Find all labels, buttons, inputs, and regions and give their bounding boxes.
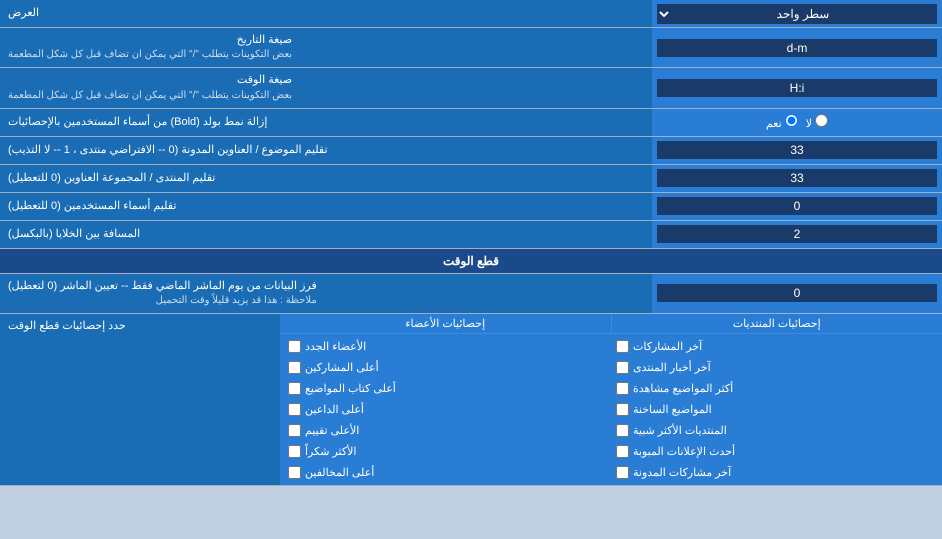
cut-row: فرز البيانات من يوم الماشر الماضي فقط --…: [0, 274, 942, 314]
members-top-checkbox[interactable]: [288, 361, 301, 374]
bold-yes-label: نعم: [766, 114, 798, 130]
time-format-input-cell: [652, 68, 942, 107]
col1-header: إحصائيات المنتديات: [612, 314, 942, 333]
users-format-input[interactable]: [657, 197, 937, 215]
forums-last-news-item: آخر أخبار المنتدى: [616, 359, 934, 376]
bold-style-label: إزالة نمط بولد (Bold) من أسماء المستخدمي…: [0, 109, 652, 136]
members-violations-item: أعلى المخالفين: [288, 464, 606, 481]
forum-format-input-cell: [652, 165, 942, 192]
bold-no-radio[interactable]: [815, 114, 828, 127]
bold-no-label: لا: [806, 114, 828, 130]
subject-format-input-cell: [652, 137, 942, 164]
checkboxes-grid: الأعضاء الجدد أعلى المشاركين أعلى كتاب ا…: [280, 334, 942, 485]
forums-blog-checkbox[interactable]: [616, 466, 629, 479]
date-format-input[interactable]: [657, 39, 937, 57]
members-stats-col: الأعضاء الجدد أعلى المشاركين أعلى كتاب ا…: [288, 338, 606, 481]
time-format-input[interactable]: [657, 79, 937, 97]
forums-similar-checkbox[interactable]: [616, 424, 629, 437]
display-mode-row: العرض سطر واحد سطرين ثلاثة أسطر: [0, 0, 942, 28]
cut-label: فرز البيانات من يوم الماشر الماضي فقط --…: [0, 274, 652, 313]
col2-header: إحصائيات الأعضاء: [280, 314, 612, 333]
subject-format-row: تقليم الموضوع / العناوين المدونة (0 -- ا…: [0, 137, 942, 165]
forum-format-label: تقليم المنتدى / المجموعة العناوين (0 للت…: [0, 165, 652, 192]
forums-similar-item: المنتديات الأكثر شبية: [616, 422, 934, 439]
forums-most-viewed-item: أكثر المواضيع مشاهدة: [616, 380, 934, 397]
forums-hot-checkbox[interactable]: [616, 403, 629, 416]
members-thanks-checkbox[interactable]: [288, 445, 301, 458]
forums-blog-item: آخر مشاركات المدونة: [616, 464, 934, 481]
subject-format-label: تقليم الموضوع / العناوين المدونة (0 -- ا…: [0, 137, 652, 164]
forums-last-posts-checkbox[interactable]: [616, 340, 629, 353]
forums-ads-checkbox[interactable]: [616, 445, 629, 458]
users-format-input-cell: [652, 193, 942, 220]
members-thanks-item: الأكثر شكراً: [288, 443, 606, 460]
members-inviters-item: أعلى الداعين: [288, 401, 606, 418]
time-format-label: صيغة الوقت بعض التكوينات يتطلب "/" التي …: [0, 68, 652, 107]
forums-hot-item: المواضيع الساخنة: [616, 401, 934, 418]
spacing-row: المسافة بين الخلايا (بالبكسل): [0, 221, 942, 249]
members-new-item: الأعضاء الجدد: [288, 338, 606, 355]
members-new-checkbox[interactable]: [288, 340, 301, 353]
forums-most-viewed-checkbox[interactable]: [616, 382, 629, 395]
bold-style-radio-cell: لا نعم: [652, 109, 942, 136]
forum-format-input[interactable]: [657, 169, 937, 187]
forums-last-posts-item: آخر المشاركات: [616, 338, 934, 355]
forums-stats-col: آخر المشاركات آخر أخبار المنتدى أكثر الم…: [616, 338, 934, 481]
date-format-input-cell: [652, 28, 942, 67]
section-header: قطع الوقت: [0, 249, 942, 274]
spacing-input[interactable]: [657, 225, 937, 243]
time-format-row: صيغة الوقت بعض التكوينات يتطلب "/" التي …: [0, 68, 942, 108]
display-mode-select[interactable]: سطر واحد سطرين ثلاثة أسطر: [657, 4, 937, 24]
users-format-row: تقليم أسماء المستخدمين (0 للتعطيل): [0, 193, 942, 221]
forums-last-news-checkbox[interactable]: [616, 361, 629, 374]
bold-style-row: إزالة نمط بولد (Bold) من أسماء المستخدمي…: [0, 109, 942, 137]
members-rated-checkbox[interactable]: [288, 424, 301, 437]
bold-yes-radio[interactable]: [785, 114, 798, 127]
date-format-label: صيغة التاريخ بعض التكوينات يتطلب "/" الت…: [0, 28, 652, 67]
stats-header-label: حدد إحصائيات قطع الوقت: [0, 314, 280, 485]
main-container: العرض سطر واحد سطرين ثلاثة أسطر صيغة الت…: [0, 0, 942, 486]
cut-input-cell: [652, 274, 942, 313]
spacing-label: المسافة بين الخلايا (بالبكسل): [0, 221, 652, 248]
users-format-label: تقليم أسماء المستخدمين (0 للتعطيل): [0, 193, 652, 220]
members-writers-item: أعلى كتاب المواضيع: [288, 380, 606, 397]
display-mode-input[interactable]: سطر واحد سطرين ثلاثة أسطر: [652, 0, 942, 27]
subject-format-input[interactable]: [657, 141, 937, 159]
members-inviters-checkbox[interactable]: [288, 403, 301, 416]
stats-area: حدد إحصائيات قطع الوقت إحصائيات الأعضاء …: [0, 314, 942, 486]
forums-ads-item: أحدث الإعلانات المبوبة: [616, 443, 934, 460]
forum-format-row: تقليم المنتدى / المجموعة العناوين (0 للت…: [0, 165, 942, 193]
members-violations-checkbox[interactable]: [288, 466, 301, 479]
members-writers-checkbox[interactable]: [288, 382, 301, 395]
cut-input[interactable]: [657, 284, 937, 302]
members-top-item: أعلى المشاركين: [288, 359, 606, 376]
stats-checkboxes: إحصائيات الأعضاء إحصائيات المنتديات الأع…: [280, 314, 942, 485]
date-format-row: صيغة التاريخ بعض التكوينات يتطلب "/" الت…: [0, 28, 942, 68]
members-rated-item: الأعلى تقييم: [288, 422, 606, 439]
spacing-input-cell: [652, 221, 942, 248]
display-mode-label: العرض: [0, 0, 652, 27]
